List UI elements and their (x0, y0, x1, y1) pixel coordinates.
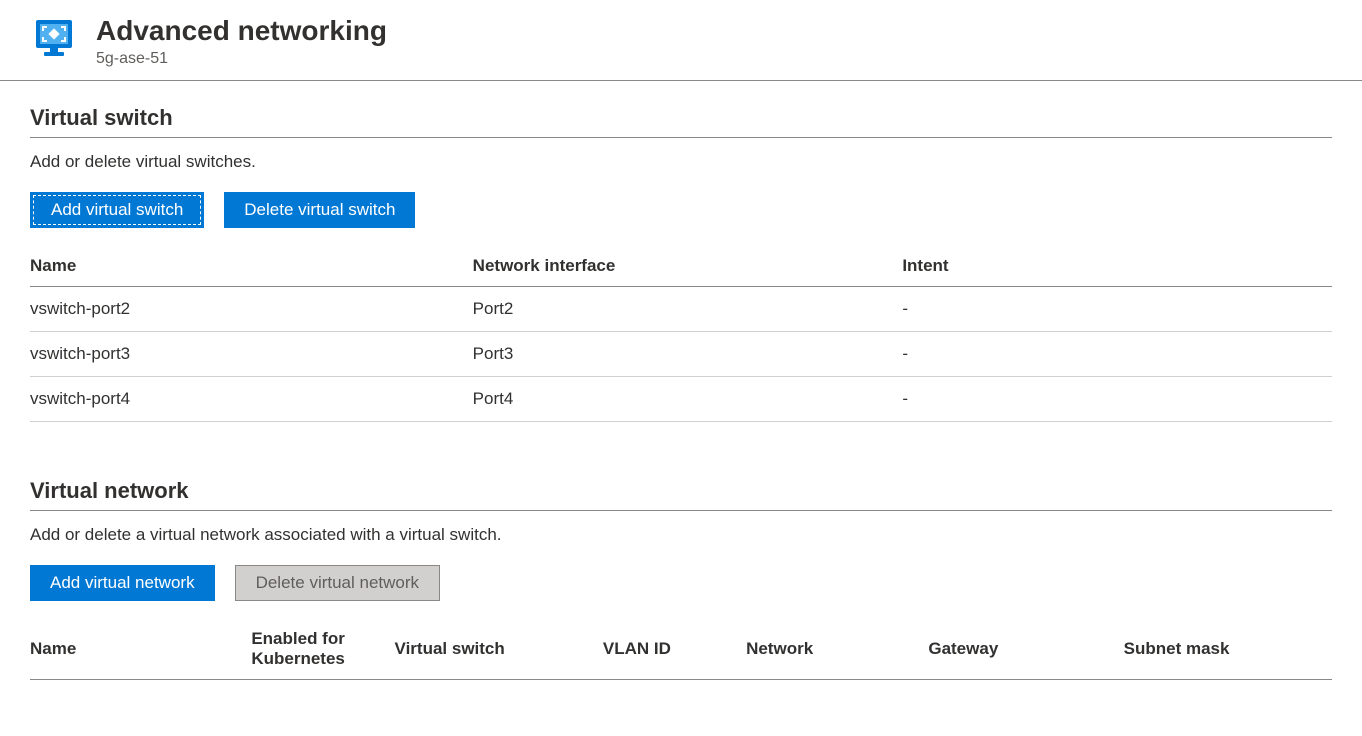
vswitch-intent: - (902, 286, 1332, 331)
table-row[interactable]: vswitch-port4 Port4 - (30, 376, 1332, 421)
page-title: Advanced networking (96, 14, 387, 48)
vswitch-table: Name Network interface Intent vswitch-po… (30, 246, 1332, 422)
vswitch-name: vswitch-port4 (30, 376, 473, 421)
add-virtual-switch-button[interactable]: Add virtual switch (30, 192, 204, 228)
delete-virtual-switch-button[interactable]: Delete virtual switch (224, 192, 415, 228)
vswitch-network-interface: Port3 (473, 331, 903, 376)
vnetwork-section-title: Virtual network (30, 478, 1332, 511)
vnetwork-col-name[interactable]: Name (30, 619, 251, 680)
vswitch-intent: - (902, 331, 1332, 376)
vswitch-button-row: Add virtual switch Delete virtual switch (30, 192, 1332, 228)
page-header: Advanced networking 5g-ase-51 (0, 0, 1362, 81)
vswitch-section-desc: Add or delete virtual switches. (30, 152, 1332, 172)
vswitch-col-network-interface[interactable]: Network interface (473, 246, 903, 287)
vnetwork-col-network[interactable]: Network (746, 619, 928, 680)
page-subtitle: 5g-ase-51 (96, 50, 387, 68)
table-row[interactable]: vswitch-port3 Port3 - (30, 331, 1332, 376)
add-virtual-network-button[interactable]: Add virtual network (30, 565, 215, 601)
networking-icon (30, 14, 78, 62)
virtual-switch-section: Virtual switch Add or delete virtual swi… (30, 105, 1332, 422)
vswitch-col-name[interactable]: Name (30, 246, 473, 287)
vnetwork-col-vlan[interactable]: VLAN ID (603, 619, 746, 680)
vnetwork-col-gateway[interactable]: Gateway (928, 619, 1123, 680)
vswitch-name: vswitch-port3 (30, 331, 473, 376)
vnetwork-col-enabled[interactable]: Enabled for Kubernetes (251, 619, 394, 680)
vswitch-network-interface: Port4 (473, 376, 903, 421)
table-row[interactable]: vswitch-port2 Port2 - (30, 286, 1332, 331)
vswitch-col-intent[interactable]: Intent (902, 246, 1332, 287)
header-text: Advanced networking 5g-ase-51 (96, 14, 387, 68)
delete-virtual-network-button: Delete virtual network (235, 565, 440, 601)
virtual-network-section: Virtual network Add or delete a virtual … (30, 478, 1332, 680)
vswitch-intent: - (902, 376, 1332, 421)
vswitch-network-interface: Port2 (473, 286, 903, 331)
vnetwork-col-vswitch[interactable]: Virtual switch (395, 619, 603, 680)
vnetwork-table: Name Enabled for Kubernetes Virtual swit… (30, 619, 1332, 680)
vswitch-section-title: Virtual switch (30, 105, 1332, 138)
vnetwork-button-row: Add virtual network Delete virtual netwo… (30, 565, 1332, 601)
vswitch-name: vswitch-port2 (30, 286, 473, 331)
vnetwork-col-subnet[interactable]: Subnet mask (1124, 619, 1332, 680)
vnetwork-section-desc: Add or delete a virtual network associat… (30, 525, 1332, 545)
